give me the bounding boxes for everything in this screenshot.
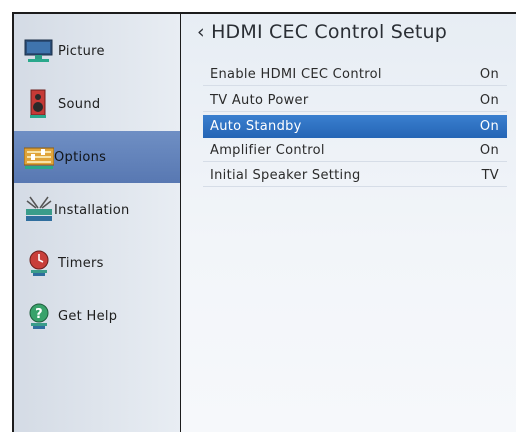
sidebar-item-label: Picture	[58, 43, 105, 59]
sidebar-item-installation[interactable]: Installation	[14, 184, 180, 236]
picture-monitor-icon	[24, 36, 54, 66]
sidebar-item-label: Sound	[58, 96, 101, 112]
back-arrow-icon[interactable]: ‹	[197, 21, 205, 43]
sidebar-item-get-help[interactable]: ? Get Help	[14, 290, 180, 342]
setting-row-initial-speaker[interactable]: Initial Speaker Setting TV	[203, 164, 507, 187]
sidebar-item-label: Timers	[58, 255, 104, 271]
setting-label: TV Auto Power	[210, 92, 309, 108]
sidebar-menu: Picture Sound Options Installation Timer…	[14, 14, 180, 432]
setting-value: On	[479, 119, 499, 134]
setting-row-auto-standby[interactable]: Auto Standby On	[203, 115, 507, 138]
setting-value: On	[479, 92, 499, 108]
setting-label: Amplifier Control	[210, 142, 325, 158]
installation-antenna-icon	[24, 195, 54, 225]
timer-clock-icon	[24, 248, 54, 278]
page-title: ‹ HDMI CEC Control Setup	[197, 21, 447, 43]
sidebar-item-options[interactable]: Options	[14, 131, 180, 183]
setting-label: Auto Standby	[210, 119, 302, 134]
svg-text:?: ?	[35, 307, 43, 322]
setting-row-enable-hdmi-cec[interactable]: Enable HDMI CEC Control On	[203, 63, 507, 86]
setting-value: On	[479, 66, 499, 82]
setting-label: Enable HDMI CEC Control	[210, 66, 382, 82]
setting-value: TV	[481, 167, 499, 183]
speaker-icon	[24, 89, 54, 119]
page-title-text: HDMI CEC Control Setup	[211, 21, 448, 43]
setting-label: Initial Speaker Setting	[210, 167, 361, 183]
sidebar-item-timers[interactable]: Timers	[14, 237, 180, 289]
sidebar-item-label: Options	[54, 149, 107, 165]
sidebar-item-label: Get Help	[58, 308, 118, 324]
setting-row-amplifier-control[interactable]: Amplifier Control On	[203, 139, 507, 162]
options-sliders-icon	[23, 142, 55, 172]
setting-value: On	[479, 142, 499, 158]
sidebar-item-sound[interactable]: Sound	[14, 78, 180, 130]
help-icon: ?	[24, 301, 54, 331]
sidebar-item-picture[interactable]: Picture	[14, 25, 180, 77]
setting-row-tv-auto-power[interactable]: TV Auto Power On	[203, 89, 507, 112]
sidebar-item-label: Installation	[54, 202, 130, 218]
